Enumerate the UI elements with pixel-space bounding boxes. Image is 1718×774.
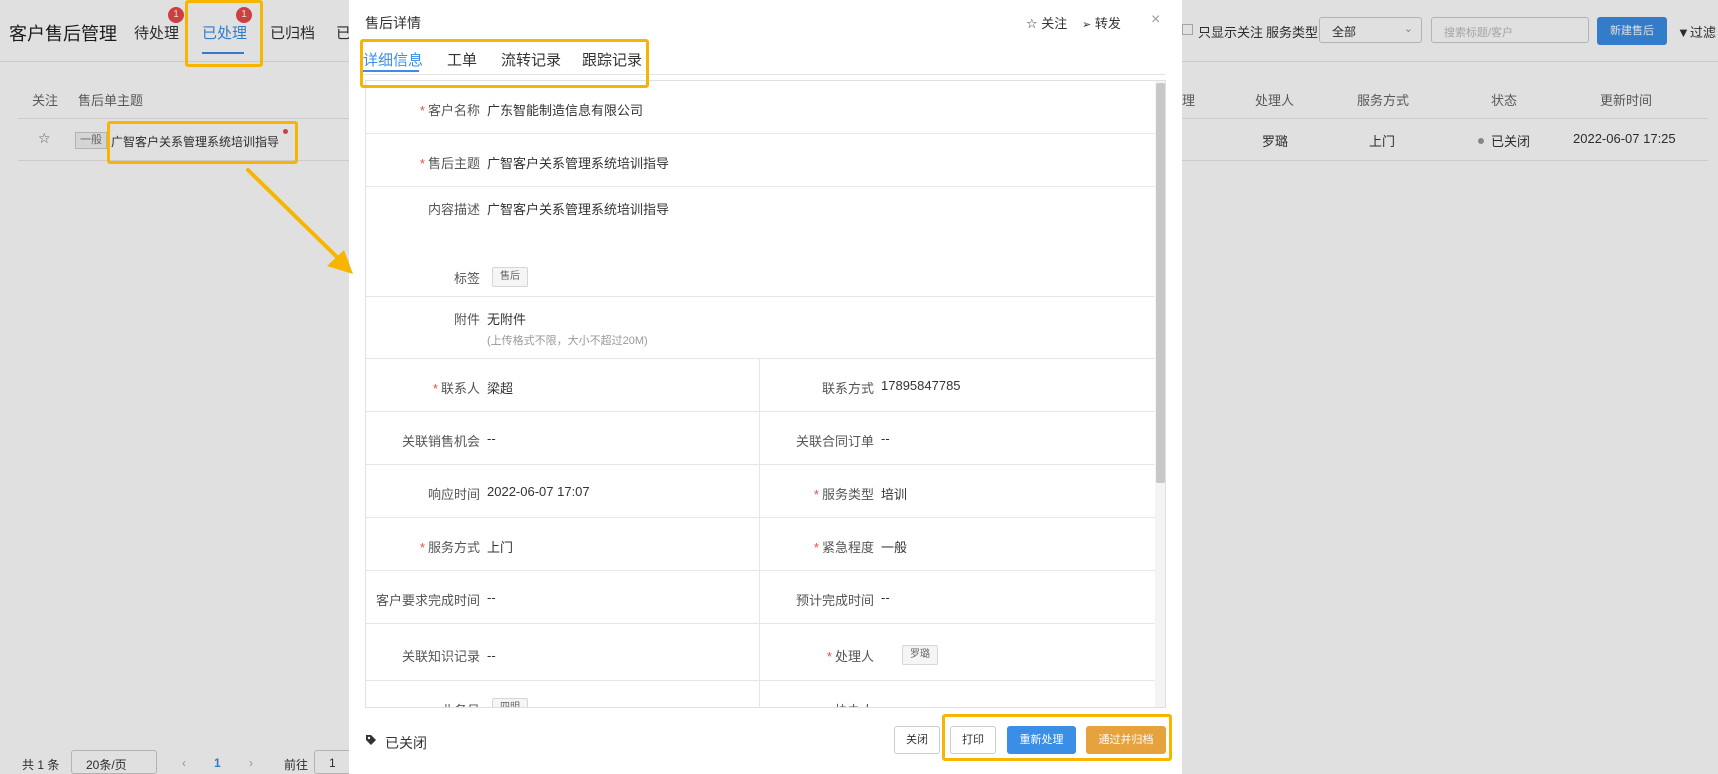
modal-title: 售后详情: [365, 15, 421, 31]
contact-info-value: 17895847785: [881, 378, 961, 393]
contract-order-label: 关联合同订单: [795, 434, 874, 449]
row-customer-name: * 客户名称 广东智能制造信息有限公司: [366, 81, 1155, 134]
attachment-value: 无附件: [487, 312, 527, 327]
row-contact: * 联系人 梁超 联系方式 17895847785: [366, 359, 1155, 412]
tag-chip: 售后: [492, 267, 528, 287]
customer-deadline-label: 客户要求完成时间: [375, 593, 480, 608]
tag-icon: [366, 735, 376, 745]
row-salesperson: 业务员 四明 协办人: [366, 681, 1155, 707]
follow-button[interactable]: ☆ 关注: [1026, 13, 1067, 32]
urgency-value: 一般: [881, 540, 908, 555]
close-button[interactable]: 关闭: [894, 726, 940, 754]
forward-label: 转发: [1094, 16, 1121, 31]
salesperson-label: 业务员: [366, 700, 480, 707]
star-outline-icon: ☆: [1026, 16, 1038, 31]
customer-deadline-value: --: [487, 590, 496, 605]
contact-info-label: 联系方式: [821, 381, 874, 396]
salesperson-chip: 四明: [492, 698, 528, 707]
row-description: 内容描述 广智客户关系管理系统培训指导 标签 售后: [366, 187, 1155, 297]
row-response: 响应时间 2022-06-07 17:07 * 服务类型 培训: [366, 465, 1155, 518]
service-type-label: * 服务类型: [813, 487, 874, 502]
column-divider: [759, 359, 760, 707]
row-related: 关联销售机会 -- 关联合同订单 --: [366, 412, 1155, 465]
customer-name-label: * 客户名称: [419, 103, 480, 118]
urgency-label: * 紧急程度: [813, 540, 874, 555]
contact-label: * 联系人: [432, 381, 480, 396]
send-icon: ➢: [1082, 19, 1092, 31]
handler-label: * 处理人: [826, 649, 874, 664]
expected-finish-value: --: [881, 590, 890, 605]
description-label: 内容描述: [427, 202, 480, 217]
service-type-value: 培训: [881, 487, 908, 502]
customer-name-value: 广东智能制造信息有限公司: [487, 103, 644, 118]
aftersale-detail-modal: 售后详情 ☆ 关注 ➢ 转发 × 详细信息 工单 流转记录 跟踪记录 * 客户名称…: [349, 0, 1182, 774]
collaborator-label: 协办人: [759, 700, 874, 707]
row-subject: * 售后主题 广智客户关系管理系统培训指导: [366, 134, 1155, 187]
highlight-modal-tabs: [360, 39, 649, 88]
service-mode-value: 上门: [487, 540, 514, 555]
attachment-label: 附件: [453, 312, 480, 327]
response-time-label: 响应时间: [427, 487, 480, 502]
forward-button[interactable]: ➢ 转发: [1082, 13, 1121, 32]
handler-chip: 罗璐: [902, 645, 938, 665]
contact-value: 梁超: [487, 381, 514, 396]
row-attachment: 附件 无附件 (上传格式不限，大小不超过20M): [366, 297, 1155, 359]
close-icon[interactable]: ×: [1151, 11, 1160, 29]
highlight-processed-tab: [185, 0, 263, 67]
annotation-arrow: [246, 168, 353, 274]
subject-label: * 售后主题: [419, 156, 480, 171]
response-time-value: 2022-06-07 17:07: [487, 484, 590, 499]
sales-opportunity-value: --: [487, 431, 496, 446]
service-mode-label: * 服务方式: [419, 540, 480, 555]
contract-order-value: --: [881, 431, 890, 446]
row-service: * 服务方式 上门 * 紧急程度 一般: [366, 518, 1155, 571]
description-value: 广智客户关系管理系统培训指导: [487, 202, 670, 217]
row-deadlines: 客户要求完成时间 -- 预计完成时间 --: [366, 571, 1155, 624]
attachment-hint: (上传格式不限，大小不超过20M): [487, 335, 648, 347]
expected-finish-label: 预计完成时间: [795, 593, 874, 608]
follow-label: 关注: [1041, 16, 1068, 31]
scrollbar-thumb[interactable]: [1156, 83, 1165, 483]
tags-label: 标签: [453, 271, 480, 286]
sales-opportunity-label: 关联销售机会: [401, 434, 480, 449]
row-knowledge: 关联知识记录 -- * 处理人 罗璐: [366, 624, 1155, 681]
detail-form[interactable]: * 客户名称 广东智能制造信息有限公司 * 售后主题 广智客户关系管理系统培训指导 …: [365, 80, 1166, 708]
knowledge-value: --: [487, 648, 496, 663]
knowledge-label: 关联知识记录: [401, 649, 480, 664]
highlight-footer-buttons: [942, 714, 1172, 761]
status-text: 已关闭: [385, 735, 427, 751]
subject-value: 广智客户关系管理系统培训指导: [487, 156, 670, 171]
highlight-row-subject: [107, 121, 298, 164]
